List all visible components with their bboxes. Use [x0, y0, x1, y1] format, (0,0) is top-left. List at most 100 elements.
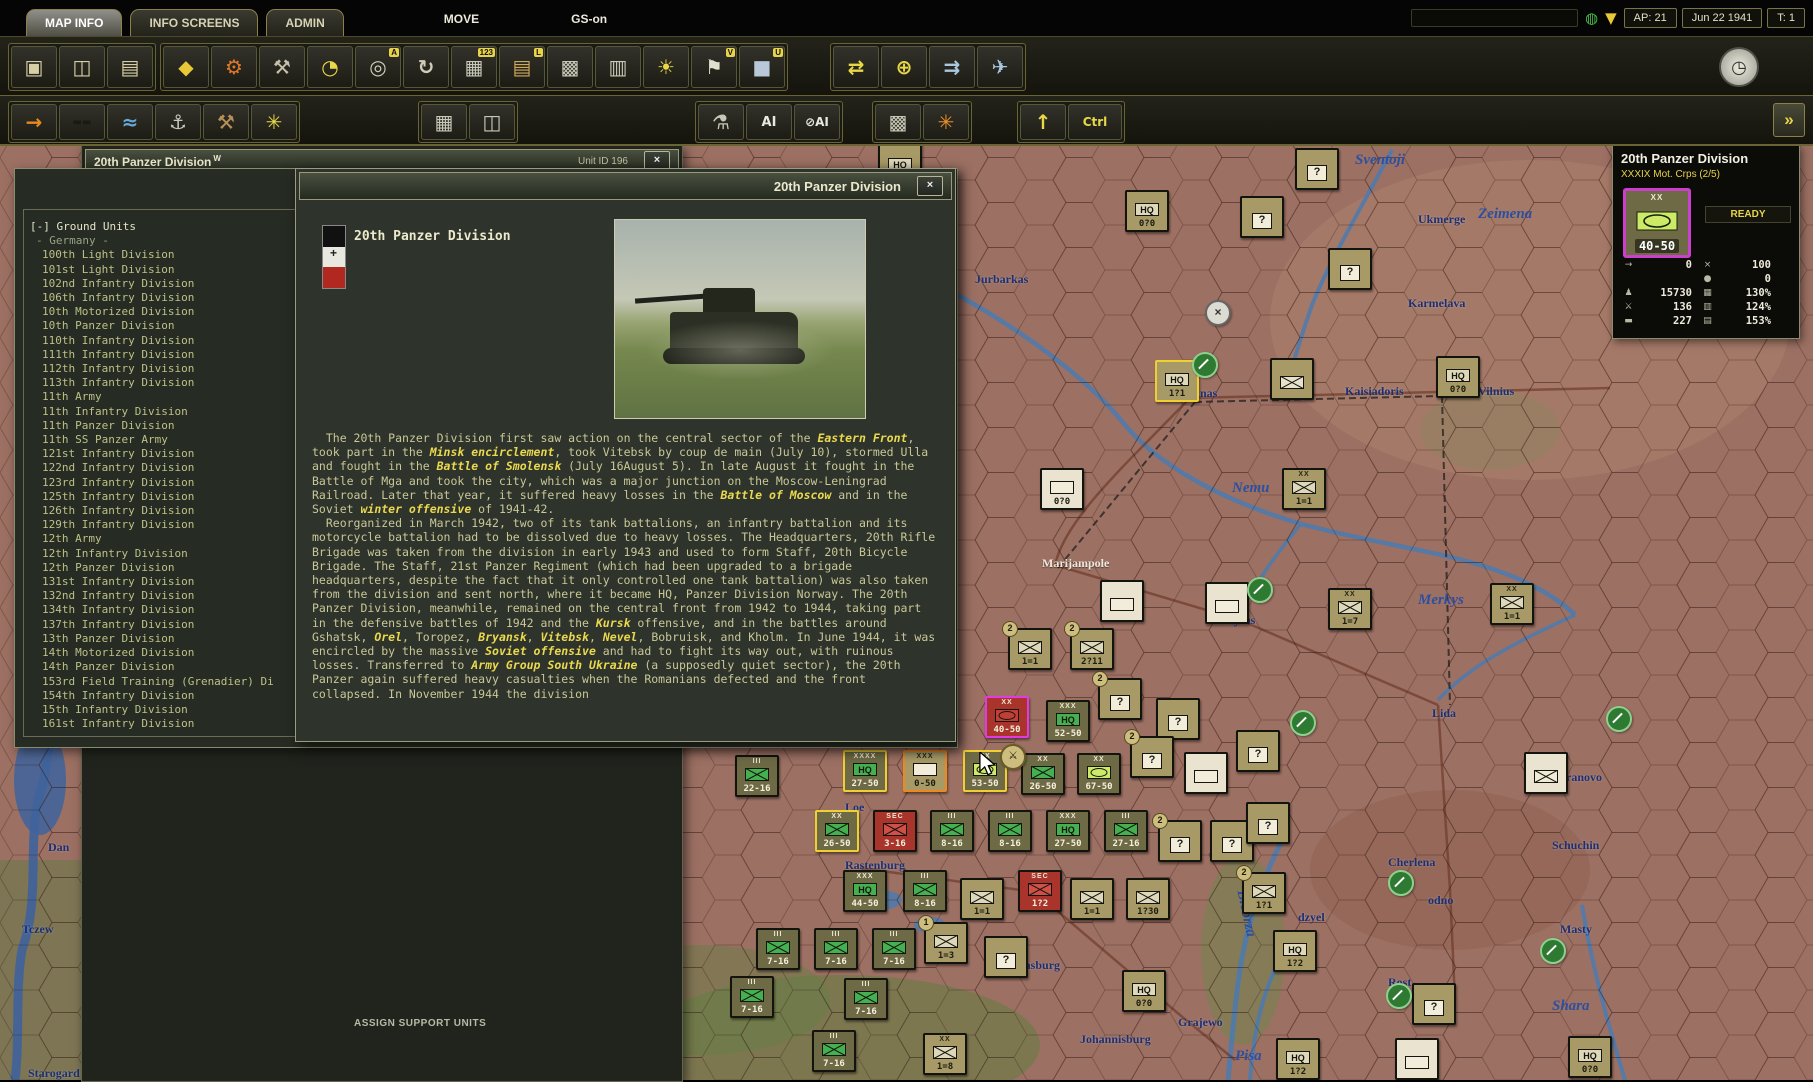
barracks-icon[interactable]: ▦ — [421, 104, 467, 140]
menu-gs-on[interactable]: GS-on — [571, 2, 607, 36]
unit-counter[interactable]: ? — [1236, 730, 1280, 772]
ai-off-icon[interactable]: ⊘AI — [794, 104, 840, 140]
unit-counter[interactable]: ?2 — [1158, 820, 1202, 862]
unit-panel-subtitle[interactable]: XXXIX Mot. Crps (2/5) — [1621, 169, 1720, 180]
unit-counter[interactable] — [1184, 752, 1228, 794]
unit-counter[interactable]: SEC3-16 — [873, 810, 917, 852]
unit-counter[interactable]: HQ1?2 — [1273, 930, 1317, 972]
unit-counter[interactable]: XX26-50 — [1021, 753, 1065, 795]
factory-icon[interactable]: ▩ — [547, 46, 593, 88]
unit-counter[interactable] — [1100, 580, 1144, 622]
unit-list-item[interactable]: 13th Panzer Division — [30, 632, 298, 646]
combine-units-icon[interactable]: ⊕ — [881, 46, 927, 88]
unit-counter[interactable]: ? — [1328, 248, 1372, 290]
unit-counter[interactable]: ?2 — [1098, 678, 1142, 720]
unit-counter[interactable]: ? — [984, 936, 1028, 978]
hex-info-icon[interactable]: ◆ — [163, 46, 209, 88]
unit-list-item[interactable]: 113th Infantry Division — [30, 376, 298, 390]
unit-modes-icon[interactable]: ■U — [739, 46, 785, 88]
unit-counter[interactable]: XXXXHQ27-50 — [843, 750, 887, 792]
unit-counter[interactable]: ?2 — [1130, 736, 1174, 778]
unit-counter[interactable]: III7-16 — [872, 928, 916, 970]
preferences-gear-icon[interactable]: ⚙ — [211, 46, 257, 88]
unit-counter[interactable]: XX67-50 — [1077, 753, 1121, 795]
move-mode-icon[interactable]: ⇉ — [929, 46, 975, 88]
unit-list-item[interactable]: 11th SS Panzer Army — [30, 433, 298, 447]
unit-list-item[interactable]: 161st Infantry Division — [30, 717, 298, 731]
rail-icon[interactable]: × — [1205, 300, 1231, 326]
unit-list-item[interactable]: 11th Army — [30, 390, 298, 404]
tab-map-info[interactable]: MAP INFO — [26, 9, 122, 36]
unit-counter[interactable]: III8-16 — [930, 810, 974, 852]
unit-counter[interactable]: 2?112 — [1070, 628, 1114, 670]
partisan-icon[interactable] — [1540, 938, 1566, 964]
unit-counter[interactable]: XX1=7 — [1328, 588, 1372, 630]
unit-counter[interactable]: XXXHQ44-50 — [843, 870, 887, 912]
unit-counter[interactable]: III8-16 — [903, 870, 947, 912]
unit-counter[interactable]: HQ1?2 — [1276, 1038, 1320, 1080]
unit-list-item[interactable]: 153rd Field Training (Grenadier) Di — [30, 675, 298, 689]
unit-list-item[interactable]: 14th Panzer Division — [30, 660, 298, 674]
unit-counter[interactable]: XXXHQ52-50 — [1046, 700, 1090, 742]
menu-move[interactable]: MOVE — [444, 2, 479, 36]
selected-unit-counter[interactable]: XX 40-50 — [1623, 188, 1691, 258]
unit-list-item[interactable]: 11th Panzer Division — [30, 419, 298, 433]
next-unit-icon[interactable]: → — [11, 104, 57, 140]
unit-counter[interactable] — [1205, 582, 1249, 624]
unit-counter[interactable]: ? — [1246, 802, 1290, 844]
unit-counter[interactable]: 1=1 — [960, 878, 1004, 920]
supply-flask-icon[interactable]: ⚗ — [698, 104, 744, 140]
rail-move-icon[interactable]: ▬▬ — [59, 104, 105, 140]
turn-clock-icon[interactable]: ◔ — [307, 46, 353, 88]
unit-list-item[interactable]: 123rd Infantry Division — [30, 476, 298, 490]
copy-map-icon[interactable]: ◫ — [59, 46, 105, 88]
unit-counter[interactable]: XX1=1 — [1282, 468, 1326, 510]
globe-icon[interactable]: ◍ — [1585, 9, 1598, 27]
unit-list-item[interactable]: 102nd Infantry Division — [30, 277, 298, 291]
unit-list-item[interactable]: 126th Infantry Division — [30, 504, 298, 518]
unit-counter[interactable]: XX26-50 — [815, 810, 859, 852]
history-window-titlebar[interactable]: 20th Panzer Division × — [299, 172, 952, 200]
unit-counter[interactable]: III8-16 — [988, 810, 1032, 852]
refresh-icon[interactable]: ↻ — [403, 46, 449, 88]
amphib-icon[interactable]: ≈ — [107, 104, 153, 140]
unit-list-item[interactable]: 100th Light Division — [30, 248, 298, 262]
unit-counter[interactable]: XXX0-50 — [903, 750, 947, 792]
unit-counter[interactable]: ? — [1295, 148, 1339, 190]
victory-flags-icon[interactable]: ⚑V — [691, 46, 737, 88]
engineer-icon[interactable]: ⚒ — [203, 104, 249, 140]
demolition-icon[interactable]: ✳ — [251, 104, 297, 140]
unit-counter[interactable]: 1=1 — [1070, 878, 1114, 920]
message-box[interactable] — [1411, 9, 1578, 27]
unit-list-item[interactable]: 15th Infantry Division — [30, 703, 298, 717]
unit-list-item[interactable]: 122nd Infantry Division — [30, 461, 298, 475]
tab-info-screens[interactable]: INFO SCREENS — [130, 9, 258, 36]
rail-logistics-icon[interactable]: ▤L — [499, 46, 545, 88]
unit-counter[interactable]: III7-16 — [756, 928, 800, 970]
battle-icon[interactable]: ⚔ — [1000, 744, 1026, 770]
radio-intel-icon[interactable]: ◎A — [355, 46, 401, 88]
unit-counter[interactable]: 1?30 — [1126, 878, 1170, 920]
unit-counter[interactable]: XX40-50 — [985, 696, 1029, 738]
unit-counter[interactable]: 1?12 — [1242, 872, 1286, 914]
unit-counter[interactable]: III7-16 — [844, 978, 888, 1020]
partisan-icon[interactable] — [1388, 870, 1414, 896]
ai-assist-icon[interactable]: AI — [746, 104, 792, 140]
unit-counter[interactable] — [1395, 1038, 1439, 1080]
show-values-icon[interactable]: ▦123 — [451, 46, 497, 88]
unit-counter[interactable]: ? — [1240, 196, 1284, 238]
unit-list-item[interactable]: 10th Motorized Division — [30, 305, 298, 319]
air-transfer-icon[interactable]: ✈ — [977, 46, 1023, 88]
close-icon[interactable]: × — [917, 176, 943, 196]
unit-counter[interactable]: 1=31 — [924, 922, 968, 964]
unit-counter[interactable]: HQ0?0 — [1122, 970, 1166, 1012]
up-level-icon[interactable]: ↑ — [1020, 104, 1066, 140]
tree-root-ground-units[interactable]: [-] Ground Units — [30, 220, 298, 234]
filter-icon[interactable]: ▼ — [1605, 9, 1617, 27]
unit-counter[interactable]: XXXHQ27-50 — [1046, 810, 1090, 852]
build-icon[interactable]: ▩ — [875, 104, 921, 140]
unit-list-item[interactable]: 12th Panzer Division — [30, 561, 298, 575]
unit-list-item[interactable]: 112th Infantry Division — [30, 362, 298, 376]
scroll-right-icon[interactable]: » — [1773, 103, 1805, 137]
unit-counter[interactable]: XX1=1 — [1490, 583, 1534, 625]
